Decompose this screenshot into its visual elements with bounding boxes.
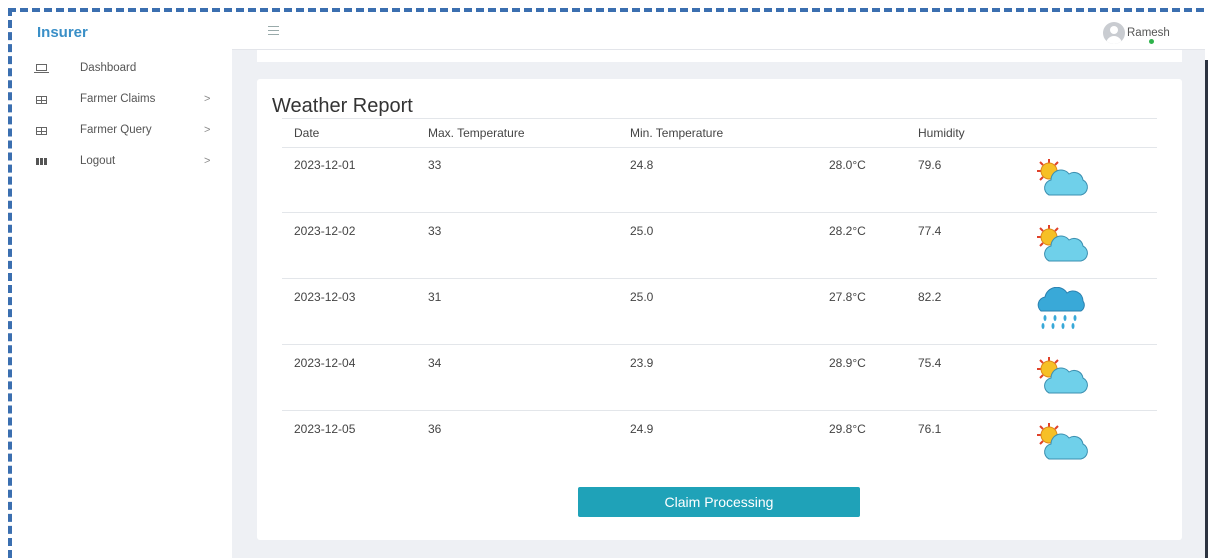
user-menu[interactable]: Ramesh <box>1103 21 1170 45</box>
cell-min-temp: 25.0 <box>630 290 654 304</box>
cell-avg-temp: 28.2°C <box>829 224 866 238</box>
table-icon <box>36 96 47 104</box>
sidebar-item-logout[interactable]: Logout > <box>14 147 232 178</box>
sidebar-item-dashboard[interactable]: Dashboard <box>14 54 232 85</box>
header-strip <box>257 50 1182 62</box>
row-divider <box>282 278 1157 279</box>
cell-date: 2023-12-04 <box>294 356 356 370</box>
top-navbar: Ramesh <box>232 14 1205 50</box>
rain-icon <box>1037 287 1085 329</box>
cell-avg-temp: 28.0°C <box>829 158 866 172</box>
sidebar-item-label: Dashboard <box>80 62 137 74</box>
cell-avg-temp: 27.8°C <box>829 290 866 304</box>
cell-humidity: 76.1 <box>918 422 942 436</box>
frame-border-left <box>8 8 12 558</box>
brand-logo[interactable]: Insurer <box>37 24 88 41</box>
cell-avg-temp: 29.8°C <box>829 422 866 436</box>
cell-max-temp: 31 <box>428 290 442 304</box>
hamburger-menu-icon[interactable] <box>268 26 279 35</box>
laptop-icon <box>34 64 49 73</box>
sidebar-menu: Dashboard Farmer Claims > Farmer Query >… <box>14 54 232 178</box>
partly-cloudy-icon <box>1037 225 1088 262</box>
column-header-humidity: Humidity <box>918 126 965 140</box>
sidebar-item-farmer-claims[interactable]: Farmer Claims > <box>14 85 232 116</box>
sidebar: Insurer Dashboard Farmer Claims > Farmer… <box>14 14 232 558</box>
chevron-right-icon: > <box>204 93 211 105</box>
app-frame: Insurer Dashboard Farmer Claims > Farmer… <box>0 0 1209 558</box>
cell-min-temp: 24.8 <box>630 158 654 172</box>
sidebar-item-label: Farmer Query <box>80 124 152 136</box>
page-title: Weather Report <box>272 95 413 117</box>
grid-icon <box>36 158 47 165</box>
table-icon <box>36 127 47 135</box>
cell-avg-temp: 28.9°C <box>829 356 866 370</box>
cell-min-temp: 25.0 <box>630 224 654 238</box>
cell-min-temp: 24.9 <box>630 422 654 436</box>
row-divider <box>282 212 1157 213</box>
row-divider <box>282 344 1157 345</box>
column-header-max-temp: Max. Temperature <box>428 126 525 140</box>
user-name: Ramesh <box>1127 27 1170 39</box>
partly-cloudy-icon <box>1037 159 1088 196</box>
sidebar-item-label: Farmer Claims <box>80 93 156 105</box>
chevron-right-icon: > <box>204 124 211 136</box>
cell-humidity: 75.4 <box>918 356 942 370</box>
weather-report-card: Weather Report Date Max. Temperature Min… <box>257 79 1182 540</box>
partly-cloudy-icon <box>1037 423 1088 460</box>
cell-max-temp: 33 <box>428 224 442 238</box>
sidebar-item-label: Logout <box>80 155 116 167</box>
cell-humidity: 77.4 <box>918 224 942 238</box>
main-content: Ramesh Weather Report Date Max. Temperat… <box>232 14 1205 558</box>
cell-humidity: 82.2 <box>918 290 942 304</box>
row-divider <box>282 410 1157 411</box>
cell-max-temp: 36 <box>428 422 442 436</box>
claim-processing-button[interactable]: Claim Processing <box>578 487 860 517</box>
cell-max-temp: 34 <box>428 356 442 370</box>
online-status-dot <box>1149 39 1154 44</box>
table-top-border <box>282 118 1157 119</box>
table-header-border <box>282 147 1157 148</box>
cell-date: 2023-12-05 <box>294 422 356 436</box>
column-header-date: Date <box>294 126 320 140</box>
partly-cloudy-icon <box>1037 357 1088 394</box>
cell-max-temp: 33 <box>428 158 442 172</box>
cell-date: 2023-12-03 <box>294 290 356 304</box>
cell-min-temp: 23.9 <box>630 356 654 370</box>
cell-date: 2023-12-02 <box>294 224 356 238</box>
scrollbar[interactable] <box>1205 60 1208 558</box>
cell-date: 2023-12-01 <box>294 158 356 172</box>
cell-humidity: 79.6 <box>918 158 942 172</box>
column-header-min-temp: Min. Temperature <box>630 126 724 140</box>
avatar <box>1103 22 1125 44</box>
frame-border-top <box>8 8 1204 12</box>
sidebar-item-farmer-query[interactable]: Farmer Query > <box>14 116 232 147</box>
chevron-right-icon: > <box>204 155 211 167</box>
